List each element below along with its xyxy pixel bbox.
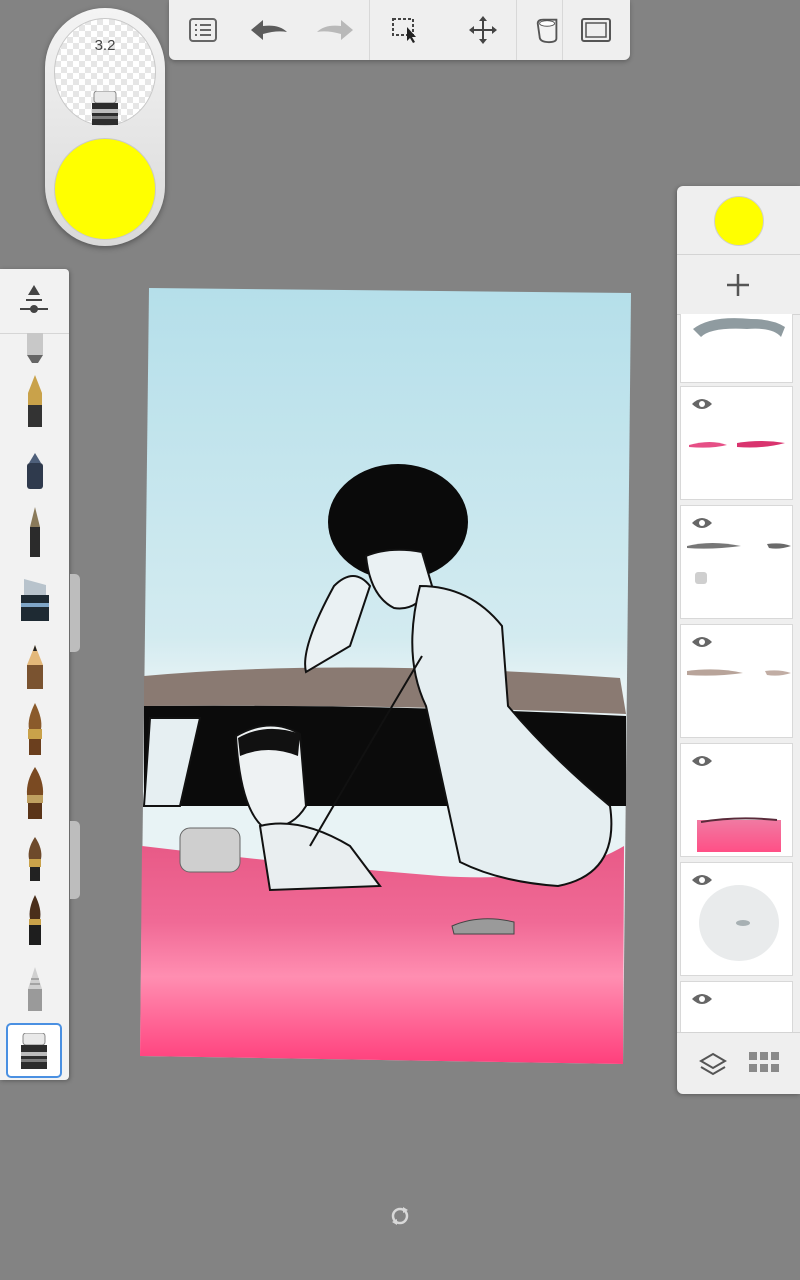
brush-size-preview[interactable]: 3.2 xyxy=(54,18,156,126)
palette-resize-handle[interactable] xyxy=(70,821,80,899)
layer-thumbnail[interactable] xyxy=(680,386,793,500)
layer-color-swatch[interactable] xyxy=(714,196,764,246)
eraser-icon[interactable] xyxy=(6,1023,62,1078)
brush-puck[interactable]: 3.2 xyxy=(45,8,165,246)
layer-thumbnail[interactable] xyxy=(680,743,793,857)
top-toolbar xyxy=(169,0,630,60)
add-icon[interactable] xyxy=(715,268,761,302)
rotate-icon[interactable] xyxy=(389,1205,411,1232)
palette-scroll-handle[interactable] xyxy=(70,574,80,652)
round-brush-icon[interactable] xyxy=(14,703,56,755)
ballpoint-pen-icon[interactable] xyxy=(14,507,56,557)
layer-thumbnail[interactable] xyxy=(680,314,793,383)
layers-panel xyxy=(677,186,800,1094)
layer-list[interactable] xyxy=(677,314,800,1032)
transform-icon[interactable] xyxy=(463,10,503,50)
undo-icon[interactable] xyxy=(249,10,289,50)
layer-thumbnail[interactable] xyxy=(680,624,793,738)
list-icon[interactable] xyxy=(183,10,223,50)
layer-thumbnail[interactable] xyxy=(680,505,793,619)
fountain-pen-icon[interactable] xyxy=(14,375,56,427)
eye-icon[interactable] xyxy=(691,516,713,535)
eraser-icon xyxy=(89,90,121,130)
airbrush-icon[interactable] xyxy=(14,333,56,363)
layers-icon[interactable] xyxy=(699,1052,727,1083)
layer-thumbnail[interactable] xyxy=(680,981,793,1032)
grid-icon[interactable] xyxy=(749,1052,779,1079)
chisel-marker-icon[interactable] xyxy=(14,579,56,621)
eye-icon[interactable] xyxy=(691,754,713,773)
brush-settings-icon[interactable] xyxy=(0,269,69,334)
canvas-icon[interactable] xyxy=(576,10,616,50)
eye-icon[interactable] xyxy=(691,397,713,416)
current-color-swatch[interactable] xyxy=(54,138,156,240)
brush-size-value: 3.2 xyxy=(94,37,116,54)
ink-brush-icon[interactable] xyxy=(14,895,56,945)
drawing-canvas[interactable] xyxy=(140,286,631,1064)
eye-icon[interactable] xyxy=(691,992,713,1011)
smudge-icon[interactable] xyxy=(14,967,56,1011)
fill-icon[interactable] xyxy=(534,10,562,50)
paint-brush-icon[interactable] xyxy=(14,837,56,881)
pencil-icon[interactable] xyxy=(14,645,56,689)
layer-thumbnail[interactable] xyxy=(680,862,793,976)
selection-icon[interactable] xyxy=(386,10,426,50)
brush-palette xyxy=(0,269,69,1080)
eye-icon[interactable] xyxy=(691,635,713,654)
marker-pen-icon[interactable] xyxy=(14,453,56,489)
layers-footer xyxy=(677,1034,800,1094)
flat-brush-icon[interactable] xyxy=(14,767,56,819)
redo-icon[interactable] xyxy=(315,10,355,50)
